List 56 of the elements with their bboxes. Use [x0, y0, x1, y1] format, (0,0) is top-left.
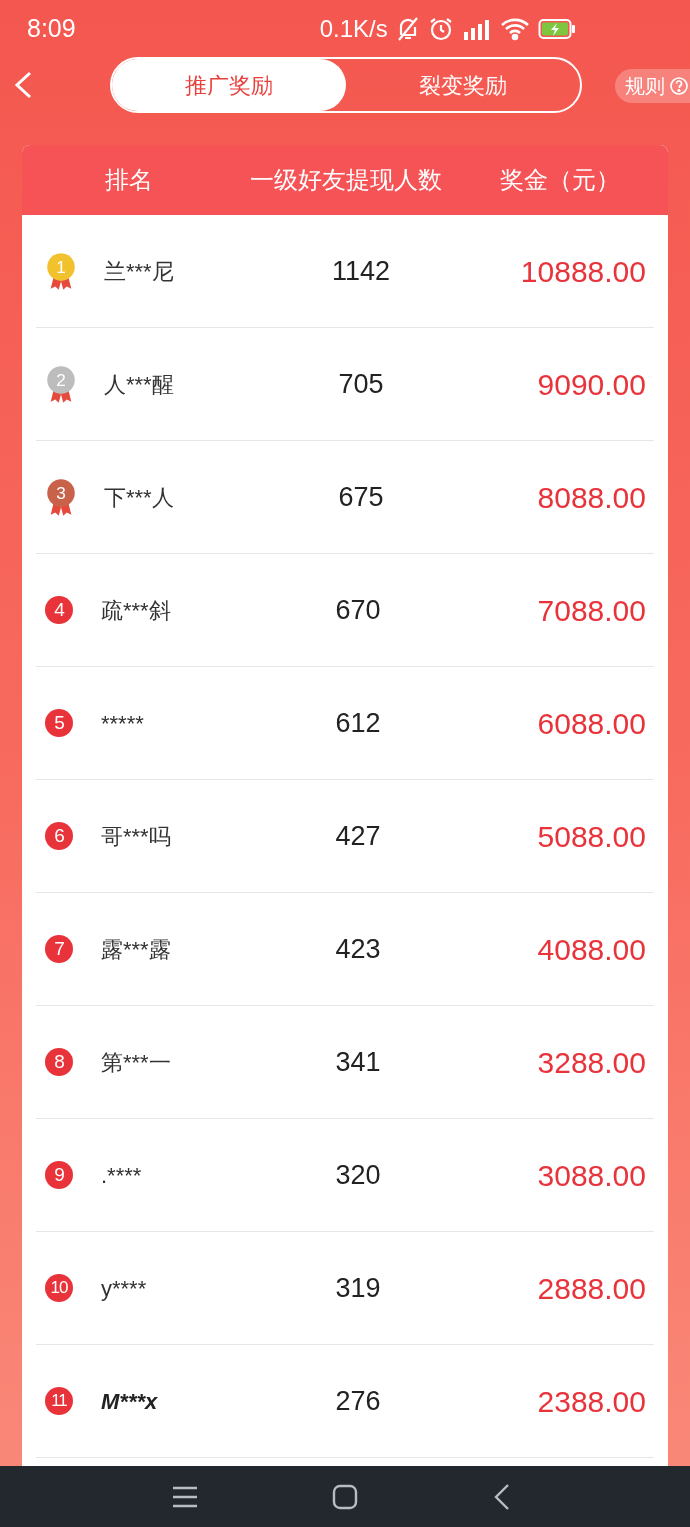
wifi-icon [499, 16, 530, 41]
prize-amount: 3088.00 [537, 1158, 646, 1192]
user-name: .**** [101, 1162, 142, 1188]
friend-count: 1142 [331, 255, 391, 286]
muted-bell-icon [395, 15, 420, 42]
user-name: 下***人 [104, 484, 174, 510]
prize-amount: 4088.00 [537, 932, 646, 966]
tab[interactable]: 裂变奖励 [346, 59, 580, 111]
prize-amount: 5088.00 [537, 819, 646, 853]
user-name: 兰***尼 [104, 258, 174, 284]
prize-amount: 2888.00 [537, 1271, 646, 1305]
rank-badge: 11 [45, 1387, 73, 1415]
rank-badge: 10 [45, 1274, 73, 1302]
column-header: 排名 [105, 166, 153, 193]
help-icon [669, 76, 689, 96]
user-name: 疏***斜 [101, 597, 171, 623]
friend-count: 612 [335, 707, 381, 738]
prize-amount: 7088.00 [537, 593, 646, 627]
rank-badge: 8 [45, 1048, 73, 1076]
prize-amount: 10888.00 [520, 254, 646, 288]
user-name: y**** [101, 1275, 147, 1301]
rank-badge: 6 [45, 822, 73, 850]
friend-count: 319 [335, 1272, 381, 1303]
rank-badge: 7 [45, 935, 73, 963]
home-icon[interactable] [332, 1483, 358, 1510]
rank-badge: 9 [45, 1161, 73, 1189]
rank-badge: 4 [45, 596, 73, 624]
prize-amount: 8088.00 [537, 480, 646, 514]
back-icon[interactable] [494, 1482, 510, 1511]
friend-count: 276 [335, 1385, 381, 1416]
rank-badge: 5 [45, 709, 73, 737]
tab[interactable]: 推广奖励 [112, 59, 346, 111]
friend-count: 423 [335, 933, 381, 964]
friend-count: 670 [335, 594, 381, 625]
prize-amount: 2388.00 [537, 1384, 646, 1418]
status-time: 8:09 [27, 12, 76, 44]
user-name: ***** [101, 710, 144, 736]
friend-count: 341 [335, 1046, 381, 1077]
user-name: 第***一 [101, 1049, 171, 1075]
friend-count: 320 [335, 1159, 381, 1190]
prize-amount: 9090.00 [537, 367, 646, 401]
user-name: M***x [101, 1388, 158, 1414]
friend-count: 705 [338, 368, 384, 399]
friend-count: 427 [335, 820, 381, 851]
user-name: 露***露 [101, 936, 171, 962]
friend-count: 675 [338, 481, 384, 512]
column-header: 一级好友提现人数 [249, 166, 442, 193]
battery-charging-icon [537, 17, 576, 40]
column-header: 奖金（元） [500, 166, 620, 193]
network-speed: 0.1K/s [319, 13, 388, 44]
prize-amount: 6088.00 [537, 706, 646, 740]
menu-icon[interactable] [172, 1484, 198, 1509]
rules-button[interactable]: 规则 [615, 69, 690, 103]
prize-amount: 3288.00 [537, 1045, 646, 1079]
user-name: 人***醒 [104, 371, 174, 397]
user-name: 哥***吗 [101, 823, 171, 849]
